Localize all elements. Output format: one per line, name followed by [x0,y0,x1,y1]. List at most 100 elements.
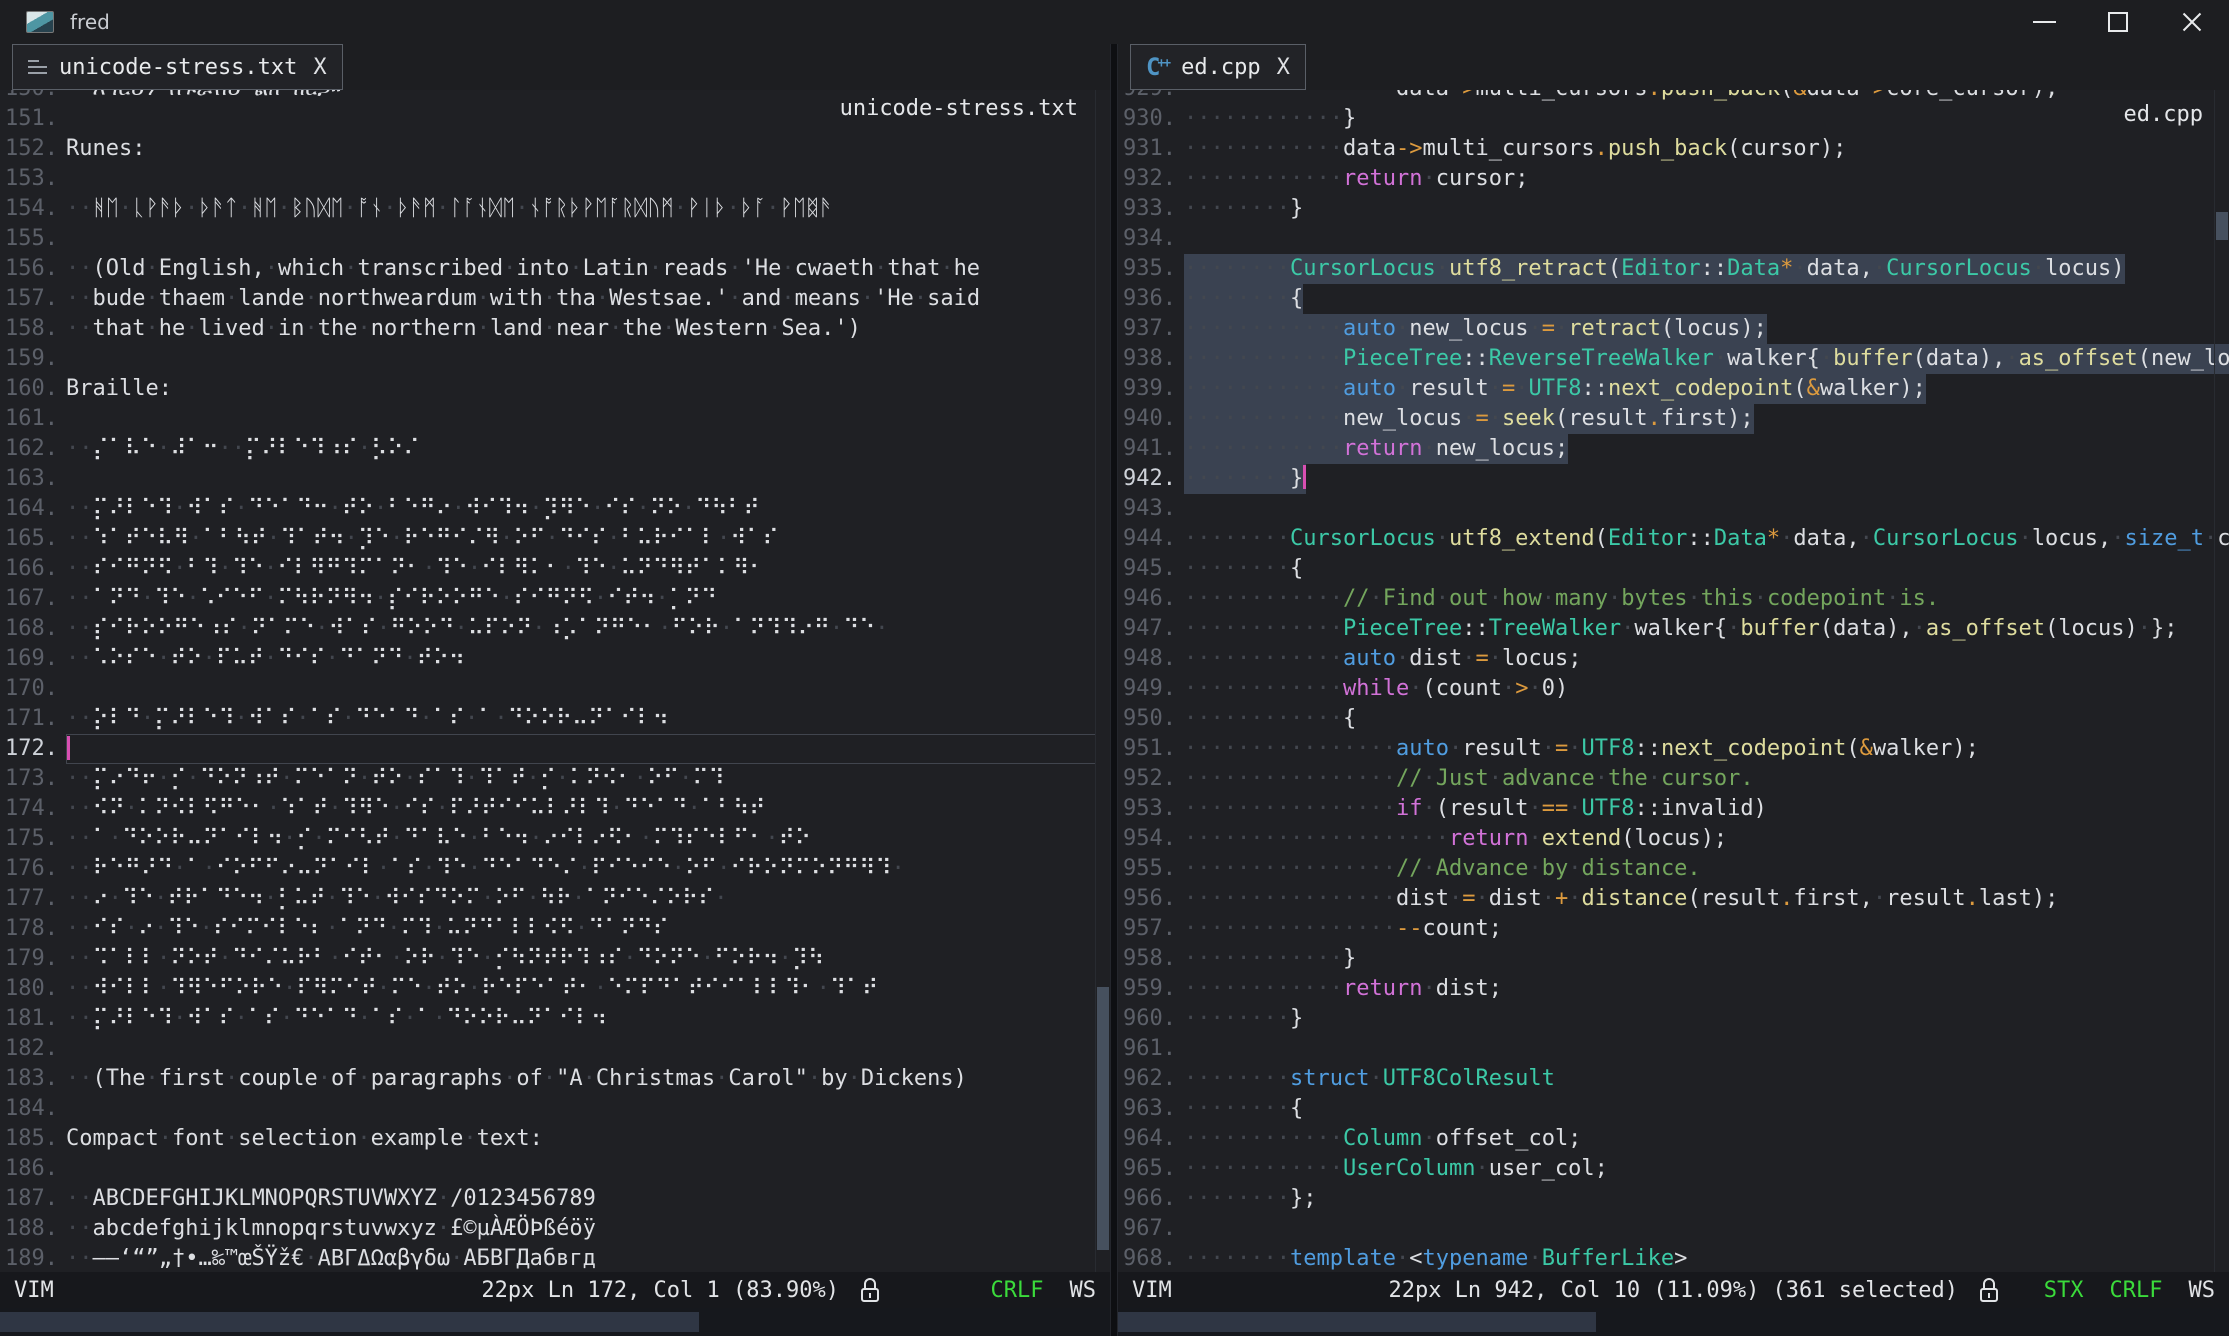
code-line[interactable]: 169.··⠡⠕⠎⠑·⠞⠕·⠏⠥⠞·⠙⠊⠎·⠙⠁⠝⠙·⠞⠕⠲ [0,644,1110,674]
code-line[interactable]: 955.················//·Advance·by·distan… [1118,854,2229,884]
code-line[interactable]: 962.········struct·UTF8ColResult [1118,1064,2229,1094]
code-line[interactable]: 175.··⠁·⠙⠕⠕⠗⠤⠝⠁⠊⠇⠲·⡊·⠍⠊⠣⠞·⠙⠁⠧⠑·⠃⠑⠲·⠔⠊⠇⠔⠫… [0,824,1110,854]
code-line[interactable]: 948.············auto·dist·=·locus; [1118,644,2229,674]
code-line[interactable]: 935.········CursorLocus·utf8_retract(Edi… [1118,254,2229,284]
right-vertical-scrollbar[interactable] [2214,90,2229,1272]
code-line[interactable]: 943. [1118,494,2229,524]
whitespace-dot: · [649,256,662,281]
code-line[interactable]: 930.············} [1118,104,2229,134]
minimize-button[interactable] [2007,0,2081,44]
code-line[interactable]: 176.··⠗⠑⠛⠜⠙·⠁·⠊⠕⠋⠋⠔⠤⠝⠁⠊⠇·⠁⠎·⠹⠑·⠙⠑⠁⠙⠑⠌·⠏⠊… [0,854,1110,884]
code-line[interactable]: 177.··⠔·⠹⠑·⠞⠗⠁⠙⠑⠲·⡃⠥⠞·⠹⠑·⠺⠊⠎⠙⠕⠍·⠕⠋·⠳⠗·⠁⠝… [0,884,1110,914]
code-line[interactable]: 159. [0,344,1110,374]
code-line[interactable]: 160.Braille: [0,374,1110,404]
code-line[interactable]: 162.··⡌⠁⠧⠑·⠼⠁⠒··⡍⠜⠇⠑⠹⠰⠎·⡣⠕⠌ [0,434,1110,464]
left-horizontal-scroll-thumb[interactable] [0,1312,699,1332]
lock-icon[interactable] [859,1277,881,1304]
code-line[interactable]: 156.··(Old·English,·which·transcribed·in… [0,254,1110,284]
code-line[interactable]: 932.············return·cursor; [1118,164,2229,194]
code-line[interactable]: 171.··⡕⠇⠙·⡍⠜⠇⠑⠹·⠺⠁⠎·⠁⠎·⠙⠑⠁⠙·⠁⠎·⠁·⠙⠕⠕⠗⠤⠝⠁… [0,704,1110,734]
code-line[interactable]: 949.············while·(count·>·0) [1118,674,2229,704]
maximize-button[interactable] [2081,0,2155,44]
code-line[interactable]: 956.················dist·=·dist·+·distan… [1118,884,2229,914]
right-horizontal-scroll-thumb[interactable] [1118,1312,1596,1332]
code-line[interactable]: 184. [0,1094,1110,1124]
code-line[interactable]: 931.············data->multi_cursors.push… [1118,134,2229,164]
code-line[interactable]: 929.················data->multi_cursors.… [1118,90,2229,104]
code-line[interactable]: 158.··that·he·lived·in·the·northern·land… [0,314,1110,344]
code-line[interactable]: 181.··⡍⠜⠇⠑⠹·⠺⠁⠎·⠁⠎·⠙⠑⠁⠙·⠁⠎·⠁·⠙⠕⠕⠗⠤⠝⠁⠊⠇⠲ [0,1004,1110,1034]
tab-ed-cpp[interactable]: C++ ed.cpp X [1130,44,1306,90]
right-editor[interactable]: 929.················data->multi_cursors.… [1118,90,2229,1272]
code-line[interactable]: 178.··⠊⠎·⠔·⠹⠑·⠎⠊⠍⠊⠇⠑⠆·⠁⠝⠙·⠍⠹·⠥⠝⠙⠁⠇⠇⠪⠫·⠙⠁… [0,914,1110,944]
right-vertical-scroll-thumb[interactable] [2216,212,2228,240]
code-line[interactable]: 153. [0,164,1110,194]
code-line[interactable]: 173.··⡍⠔⠙⠖·⡊·⠙⠕⠝⠰⠞·⠍⠑⠁⠝·⠞⠕·⠎⠁⠹·⠹⠁⠞·⡊·⠅⠝⠪… [0,764,1110,794]
code-line[interactable]: 960.········} [1118,1004,2229,1034]
code-line[interactable]: 967. [1118,1214,2229,1244]
code-line[interactable]: 157.··bude·thaem·lande·northweardum·with… [0,284,1110,314]
code-line[interactable]: 963.········{ [1118,1094,2229,1124]
left-editor[interactable]: 150.··እግርህን·በፍራሽህ·ልክ·ዘርጋ።151.152.Runes:1… [0,90,1110,1272]
code-line[interactable]: 934. [1118,224,2229,254]
code-line[interactable]: 174.··⠪⠝·⠅⠝⠪⠇⠫⠛⠑⠂·⠱⠁⠞·⠹⠻⠑·⠊⠎·⠏⠜⠞⠊⠊⠥⠇⠜⠇⠹·… [0,794,1110,824]
code-line[interactable]: 965.············UserColumn·user_col; [1118,1154,2229,1184]
code-line[interactable]: 186. [0,1154,1110,1184]
code-line[interactable]: 155. [0,224,1110,254]
code-line[interactable]: 936.········{ [1118,284,2229,314]
code-line[interactable]: 933.········} [1118,194,2229,224]
code-line[interactable]: 188.··abcdefghijklmnopqrstuvwxyz·£©µÀÆÖÞ… [0,1214,1110,1244]
code-line[interactable]: 950.············{ [1118,704,2229,734]
whitespace-dot: · [1277,856,1290,881]
code-line[interactable]: 940.············new_locus·=·seek(result.… [1118,404,2229,434]
code-line[interactable]: 163. [0,464,1110,494]
code-line[interactable]: 179.··⠩⠁⠇⠇·⠝⠕⠞·⠙⠊⠌⠥⠗⠃·⠊⠞⠂·⠕⠗·⠹⠑·⡊⠳⠝⠞⠗⠹⠰⠎… [0,944,1110,974]
code-line[interactable]: 964.············Column·offset_col; [1118,1124,2229,1154]
code-line[interactable]: 954.····················return·extend(lo… [1118,824,2229,854]
code-line[interactable]: 942.········} [1118,464,2229,494]
code-line[interactable]: 939.············auto·result·=·UTF8::next… [1118,374,2229,404]
code-line[interactable]: 946.············//·Find·out·how·many·byt… [1118,584,2229,614]
code-line[interactable]: 941.············return·new_locus; [1118,434,2229,464]
code-line[interactable]: 180.··⠺⠊⠇⠇·⠹⠻⠑⠋⠕⠗⠑·⠏⠻⠍⠊⠞·⠍⠑·⠞⠕·⠗⠑⠏⠑⠁⠞⠂·⠑… [0,974,1110,1004]
code-line[interactable]: 959.············return·dist; [1118,974,2229,1004]
code-line[interactable]: 161. [0,404,1110,434]
code-line[interactable]: 167.··⠁⠝⠙·⠹⠑·⠡⠊⠑⠋·⠍⠳⠗⠝⠻⠲·⡎⠊⠗⠕⠕⠛⠑·⠎⠊⠛⠝⠫·⠊… [0,584,1110,614]
code-line[interactable]: 189.··–—‘“”„†•…‰™œŠŸž€·ΑΒΓΔΩαβγδω·АБВГДа… [0,1244,1110,1272]
code-line[interactable]: 966.········}; [1118,1184,2229,1214]
code-line[interactable]: 961. [1118,1034,2229,1064]
tab-close-icon[interactable]: X [1277,55,1290,80]
tab-close-icon[interactable]: X [313,55,326,80]
code-line[interactable]: 957.················--count; [1118,914,2229,944]
code-line[interactable]: 937.············auto·new_locus·=·retract… [1118,314,2229,344]
code-line[interactable]: 172. [0,734,1110,764]
left-vertical-scroll-thumb[interactable] [1097,987,1109,1249]
code-line[interactable]: 187.··ABCDEFGHIJKLMNOPQRSTUVWXYZ·/012345… [0,1184,1110,1214]
code-line[interactable]: 166.··⠎⠊⠛⠝⠫·⠃⠹·⠹⠑·⠊⠇⠻⠛⠹⠍⠁⠝⠂·⠹⠑·⠊⠇⠻⠅⠂·⠹⠑·… [0,554,1110,584]
code-line[interactable]: 938.············PieceTree::ReverseTreeWa… [1118,344,2229,374]
code-line[interactable]: 947.············PieceTree::TreeWalker·wa… [1118,614,2229,644]
code-line[interactable]: 945.········{ [1118,554,2229,584]
code-line[interactable]: 170. [0,674,1110,704]
code-line[interactable]: 951.················auto·result·=·UTF8::… [1118,734,2229,764]
code-line[interactable]: 165.··⠱⠁⠞⠑⠧⠻·⠁⠃⠳⠞·⠹⠁⠞⠲·⡹⠑·⠗⠑⠛⠊⠌⠻·⠕⠋·⠙⠊⠎·… [0,524,1110,554]
left-vertical-scrollbar[interactable] [1095,90,1110,1272]
pane-divider[interactable] [1110,44,1118,1336]
left-horizontal-scrollbar[interactable] [0,1308,1110,1336]
lock-icon[interactable] [1978,1277,2000,1304]
code-line[interactable]: 182. [0,1034,1110,1064]
code-line[interactable]: 183.··(The·first·couple·of·paragraphs·of… [0,1064,1110,1094]
code-line[interactable]: 168.··⡎⠊⠗⠕⠕⠛⠑⠰⠎·⠝⠁⠍⠑·⠺⠁⠎·⠛⠕⠕⠙·⠥⠏⠕⠝·⠰⡡⠁⠝⠛… [0,614,1110,644]
close-button[interactable] [2155,0,2229,44]
code-line[interactable]: 952.················//·Just·advance·the·… [1118,764,2229,794]
code-line[interactable]: 968.········template·<typename·BufferLik… [1118,1244,2229,1272]
code-line[interactable]: 958.············} [1118,944,2229,974]
right-horizontal-scrollbar[interactable] [1118,1308,2229,1336]
code-line[interactable]: 185.Compact·font·selection·example·text: [0,1124,1110,1154]
code-line[interactable]: 944.········CursorLocus·utf8_extend(Edit… [1118,524,2229,554]
tab-unicode-stress[interactable]: unicode-stress.txt X [12,44,343,90]
code-line[interactable]: 953.················if·(result·==·UTF8::… [1118,794,2229,824]
code-line[interactable]: 164.··⡍⠜⠇⠑⠹·⠺⠁⠎·⠙⠑⠁⠙⠒·⠞⠕·⠃⠑⠛⠔·⠺⠊⠹⠲·⡹⠻⠑·⠊… [0,494,1110,524]
code-line[interactable]: 152.Runes: [0,134,1110,164]
code-line[interactable]: 154.··ᚻᛖ·ᚳᚹᚫᚦ·ᚦᚫᛏ·ᚻᛖ·ᛒᚢᛞᛖ·ᚩᚾ·ᚦᚫᛗ·ᛚᚪᚾᛞᛖ·ᚾ… [0,194,1110,224]
